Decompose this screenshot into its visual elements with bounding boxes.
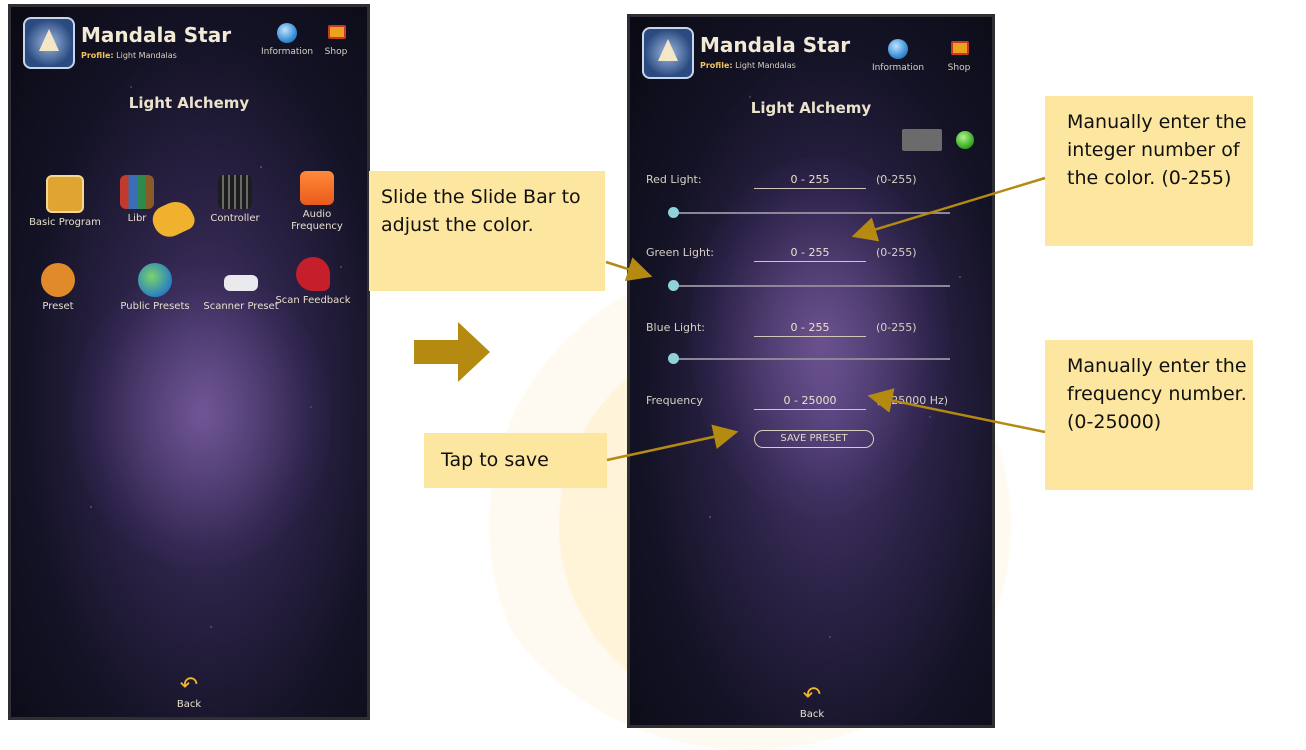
information-label: Information [261,47,314,57]
frequency-input[interactable]: 0 - 25000 [754,394,866,410]
blue-light-label: Blue Light: [646,321,705,334]
grid-item-label: Controller [210,213,260,224]
grid-item-label: Basic Program [29,217,101,228]
shop-button[interactable]: Shop [321,23,351,57]
green-light-range: (0-255) [876,246,917,259]
red-light-range: (0-255) [876,173,917,186]
profile-label: Profile: [81,51,114,60]
back-label: Back [176,699,202,710]
grid-item-label: Scanner Preset [203,301,279,312]
globe-icon [138,263,172,297]
slider-thumb[interactable] [668,207,679,218]
shop-label: Shop [324,47,348,57]
shopping-cart-icon [949,39,969,59]
grid-item-label: Libr [127,213,147,224]
app-title: Mandala Star [700,33,851,57]
grid-item-controller[interactable]: Controller [195,175,275,225]
frequency-label: Frequency [646,394,703,407]
grid-item-label: Audio Frequency [291,209,343,232]
callout-tap-to-save: Tap to save [424,433,607,488]
green-light-label: Green Light: [646,246,714,259]
green-light-slider[interactable] [668,280,950,291]
back-arrow-icon: ↶ [802,683,822,708]
touch-icon [46,175,84,213]
back-label: Back [799,709,825,720]
grid-item-scanner-preset[interactable]: Scanner Preset [203,263,279,313]
back-button[interactable]: ↶ Back [159,673,219,711]
shop-label: Shop [947,63,971,73]
heart-scan-icon [296,257,330,291]
profile-label: Profile: [700,61,733,70]
color-preview-swatch [902,129,942,151]
grid-item-label: Scan Feedback [275,295,351,306]
blue-light-slider[interactable] [668,353,950,364]
information-button[interactable]: Information [870,39,926,73]
grid-item-scan-feedback[interactable]: Scan Feedback [273,257,353,307]
red-light-slider[interactable] [668,207,950,218]
profile-value: Light Mandalas [116,51,177,60]
blue-light-range: (0-255) [876,321,917,334]
callout-slide-bar: Slide the Slide Bar to adjust the color. [369,171,605,291]
red-light-input[interactable]: 0 - 255 [754,173,866,189]
grid-item-label: Public Presets [120,301,190,312]
grid-item-label: Preset [42,301,74,312]
status-indicator-icon [956,131,974,149]
information-button[interactable]: Information [261,23,313,57]
information-globe-icon [888,39,908,59]
shop-button[interactable]: Shop [944,39,974,73]
grid-item-audio-frequency[interactable]: Audio Frequency [277,171,357,233]
information-label: Information [871,63,925,73]
back-arrow-icon: ↶ [179,673,199,698]
flow-arrow-icon [414,322,490,382]
app-logo-icon [642,27,694,79]
grid-item-public-presets[interactable]: Public Presets [107,263,203,313]
slider-thumb[interactable] [668,353,679,364]
frequency-range: (0-25000 Hz) [876,394,949,407]
back-button[interactable]: ↶ Back [782,683,842,721]
grid-item-preset[interactable]: Preset [18,263,98,313]
app-title: Mandala Star [81,23,232,47]
blue-light-input[interactable]: 0 - 255 [754,321,866,337]
profile-value: Light Mandalas [735,61,796,70]
save-preset-button[interactable]: SAVE PRESET [754,430,874,448]
right-phone-screen: Mandala Star Profile: Light Mandalas Inf… [627,14,995,728]
controller-icon [218,175,252,209]
left-phone-screen: Mandala Star Profile: Light Mandalas Inf… [8,4,370,720]
app-logo-icon [23,17,75,69]
green-light-input[interactable]: 0 - 255 [754,246,866,262]
callout-color-input: Manually enter the integer number of the… [1045,96,1253,246]
sliders-icon [41,263,75,297]
grid-item-basic-program[interactable]: Basic Program [25,175,105,229]
profile-line: Profile: Light Mandalas [81,51,177,60]
scanner-icon [224,275,258,291]
profile-line: Profile: Light Mandalas [700,61,796,70]
shopping-cart-icon [326,23,346,43]
music-icon [300,171,334,205]
section-title: Light Alchemy [750,99,872,117]
slider-thumb[interactable] [668,280,679,291]
red-light-label: Red Light: [646,173,702,186]
callout-frequency-input: Manually enter the frequency number. (0-… [1045,340,1253,490]
section-title: Light Alchemy [128,94,250,112]
information-globe-icon [277,23,297,43]
books-icon [120,175,154,209]
